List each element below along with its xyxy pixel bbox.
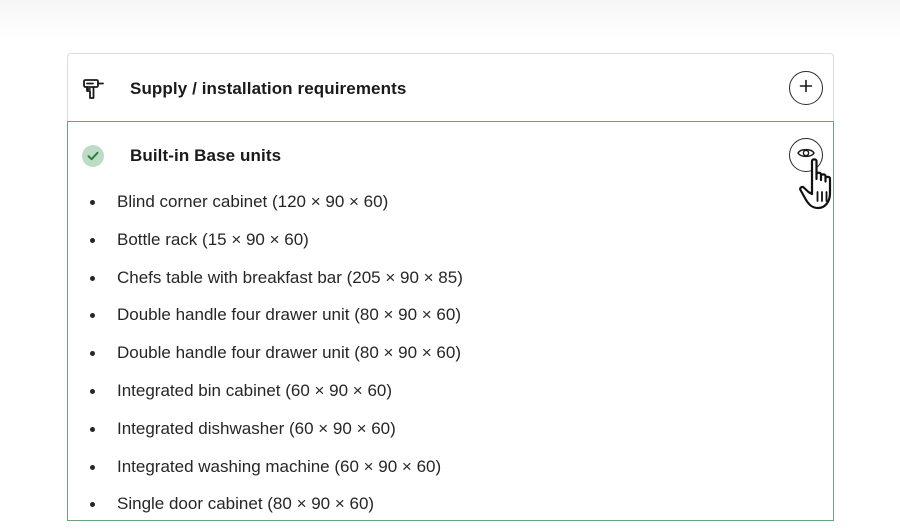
bullet-dot bbox=[90, 502, 95, 508]
list-item-text: Integrated dishwasher (60 × 90 × 60) bbox=[117, 418, 396, 438]
list-item-text: Integrated washing machine (60 × 90 × 60… bbox=[117, 456, 442, 476]
page-background-fade bbox=[0, 0, 900, 40]
list-item: Single door cabinet (80 × 90 × 60) bbox=[68, 492, 463, 530]
list-item-text: Bottle rack (15 × 90 × 60) bbox=[117, 229, 309, 249]
base-units-list: Blind corner cabinet (120 × 90 × 60) Bot… bbox=[68, 190, 463, 530]
accordion-built-in-base-units: Built-in Base units Blind corner cabinet… bbox=[67, 121, 834, 521]
list-item: Integrated washing machine (60 × 90 × 60… bbox=[68, 455, 463, 493]
bullet-dot bbox=[90, 426, 95, 432]
bullet-dot bbox=[90, 464, 95, 470]
list-item-text: Chefs table with breakfast bar (205 × 90… bbox=[117, 267, 463, 287]
bullet-dot bbox=[90, 237, 95, 243]
list-item-text: Integrated bin cabinet (60 × 90 × 60) bbox=[117, 380, 393, 400]
check-icon bbox=[82, 145, 104, 167]
accordion-header-base-units[interactable]: Built-in Base units bbox=[80, 138, 823, 174]
hand-pointer-icon bbox=[798, 157, 846, 215]
list-item-text: Blind corner cabinet (120 × 90 × 60) bbox=[117, 192, 389, 211]
list-item: Bottle rack (15 × 90 × 60) bbox=[68, 228, 463, 266]
accordion-title-supply: Supply / installation requirements bbox=[130, 79, 407, 98]
drill-icon bbox=[80, 76, 106, 102]
list-item-text: Single door cabinet (80 × 90 × 60) bbox=[117, 494, 375, 514]
list-item: Chefs table with breakfast bar (205 × 90… bbox=[68, 266, 463, 304]
plus-icon bbox=[798, 78, 814, 99]
bullet-dot bbox=[90, 388, 95, 394]
list-item: Integrated dishwasher (60 × 90 × 60) bbox=[68, 417, 463, 455]
check-icon-wrapper bbox=[80, 143, 106, 169]
bullet-dot bbox=[90, 200, 95, 205]
list-item-text: Double handle four drawer unit (80 × 90 … bbox=[117, 305, 462, 325]
list-item: Double handle four drawer unit (80 × 90 … bbox=[68, 303, 463, 341]
list-item: Integrated bin cabinet (60 × 90 × 60) bbox=[68, 379, 463, 417]
accordion-supply-requirements: Supply / installation requirements bbox=[67, 53, 834, 123]
bullet-dot bbox=[90, 313, 95, 319]
list-item-text: Double handle four drawer unit (80 × 90 … bbox=[117, 343, 462, 363]
expand-supply-button[interactable] bbox=[789, 71, 823, 105]
accordion-header-supply[interactable]: Supply / installation requirements bbox=[80, 71, 823, 107]
bullet-dot bbox=[90, 351, 95, 357]
list-item: Blind corner cabinet (120 × 90 × 60) bbox=[68, 190, 463, 228]
accordion-title-base-units: Built-in Base units bbox=[130, 146, 282, 165]
list-item: Double handle four drawer unit (80 × 90 … bbox=[68, 341, 463, 379]
bullet-dot bbox=[90, 275, 95, 281]
